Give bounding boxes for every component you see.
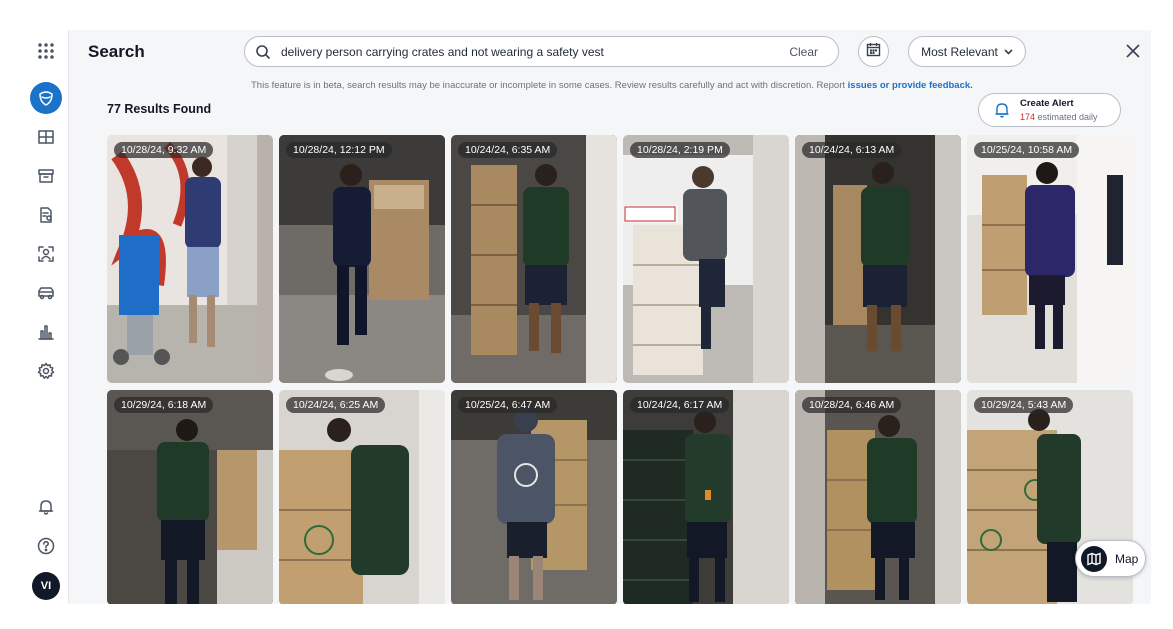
alert-estimate-suffix: estimated daily [1035,111,1098,122]
clear-button[interactable]: Clear [789,45,818,59]
thumbnail-image [279,135,445,383]
result-timestamp: 10/24/24, 6:17 AM [630,397,730,413]
result-timestamp: 10/24/24, 6:35 AM [458,142,558,158]
bar-chart-icon[interactable] [30,316,62,348]
result-thumbnail[interactable]: 10/24/24, 6:17 AM [623,390,789,604]
result-thumbnail[interactable]: 10/24/24, 6:13 AM [795,135,961,383]
result-timestamp: 10/29/24, 5:43 AM [974,397,1074,413]
thumbnail-image [623,135,789,383]
thumbnail-image [279,390,445,604]
chevron-down-icon [1004,45,1013,59]
sidebar: VI [22,30,69,604]
result-timestamp: 10/28/24, 6:46 AM [802,397,902,413]
face-scan-icon[interactable] [30,238,62,270]
map-label: Map [1115,551,1139,566]
bell-icon[interactable] [30,491,62,523]
gear-icon[interactable] [30,355,62,387]
result-timestamp: 10/28/24, 9:32 AM [114,142,214,158]
result-thumbnail[interactable]: 10/28/24, 2:19 PM [623,135,789,383]
app-window: VI Search Clear Most Relevant This featu… [22,30,1151,604]
close-icon[interactable] [1125,43,1141,59]
thumbnail-image [795,390,961,604]
avatar[interactable]: VI [32,572,60,600]
result-thumbnail[interactable]: 10/24/24, 6:35 AM [451,135,617,383]
result-timestamp: 10/24/24, 6:13 AM [802,142,902,158]
result-timestamp: 10/25/24, 6:47 AM [458,397,558,413]
thumbnail-image [967,135,1133,383]
create-alert-button[interactable]: Create Alert 174 estimated daily [978,93,1121,127]
search-input[interactable] [281,44,790,59]
thumbnail-image [795,135,961,383]
alert-estimate-count: 174 [1020,111,1036,122]
result-thumbnail[interactable]: 10/28/24, 9:32 AM [107,135,273,383]
thumbnail-image [451,390,617,604]
vehicle-icon[interactable] [30,277,62,309]
page-title: Search [88,42,145,61]
main-panel: Search Clear Most Relevant This feature … [69,30,1151,604]
app-grid-icon[interactable] [30,35,62,67]
result-timestamp: 10/25/24, 10:58 AM [974,142,1080,158]
thumbnail-image [623,390,789,604]
help-icon[interactable] [30,530,62,562]
layout-grid-icon[interactable] [30,121,62,153]
date-filter-button[interactable] [858,36,889,67]
result-timestamp: 10/24/24, 6:25 AM [286,397,386,413]
result-thumbnail[interactable]: 10/25/24, 6:47 AM [451,390,617,604]
map-button[interactable]: Map [1075,540,1146,577]
beta-notice: This feature is in beta, search results … [251,80,973,91]
beta-notice-text: This feature is in beta, search results … [251,80,848,91]
sort-dropdown[interactable]: Most Relevant [908,36,1026,67]
shield-icon[interactable] [30,82,62,114]
result-thumbnail[interactable]: 10/29/24, 6:18 AM [107,390,273,604]
result-thumbnail[interactable]: 10/24/24, 6:25 AM [279,390,445,604]
archive-icon[interactable] [30,160,62,192]
result-timestamp: 10/28/24, 12:12 PM [286,142,392,158]
avatar-initials: VI [40,580,52,592]
thumbnail-image [107,390,273,604]
results-count: 77 Results Found [107,102,212,116]
document-search-icon[interactable] [30,199,62,231]
map-icon [1081,545,1107,572]
results-grid: 10/28/24, 9:32 AM 10/28/24, 12:12 PM 10/… [107,135,1135,604]
calendar-icon [866,42,881,62]
search-box: Clear [244,36,839,67]
result-thumbnail[interactable]: 10/28/24, 12:12 PM [279,135,445,383]
result-thumbnail[interactable]: 10/25/24, 10:58 AM [967,135,1133,383]
result-thumbnail[interactable]: 10/28/24, 6:46 AM [795,390,961,604]
bell-icon [993,101,1011,119]
sort-label: Most Relevant [921,44,998,59]
create-alert-label: Create Alert [1020,97,1074,109]
result-timestamp: 10/28/24, 2:19 PM [630,142,730,158]
result-timestamp: 10/29/24, 6:18 AM [114,397,214,413]
thumbnail-image [107,135,273,383]
search-icon [255,44,271,60]
thumbnail-image [451,135,617,383]
feedback-link[interactable]: issues or provide feedback. [848,80,973,91]
